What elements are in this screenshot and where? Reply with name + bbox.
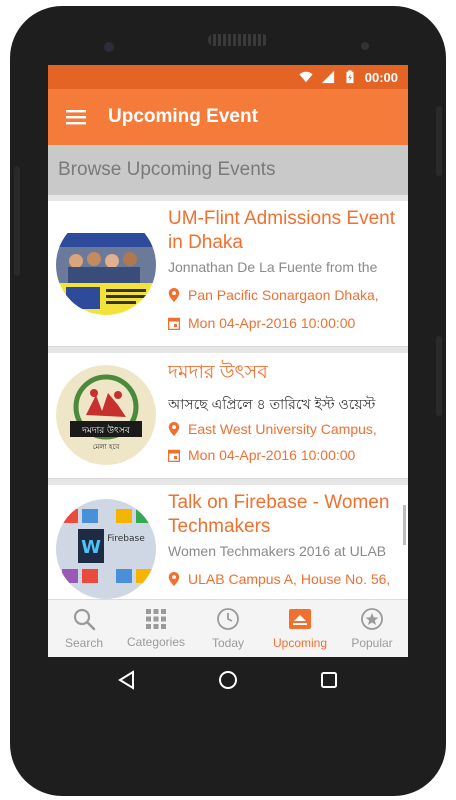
thumb-caption: Firebase [107,534,145,544]
location-text: East West University Campus, [188,421,377,437]
recents-icon[interactable] [318,669,340,691]
nav-label: Upcoming [272,636,328,650]
search-icon [73,608,96,631]
event-description: Jonnathan De La Fuente from the [168,259,378,275]
event-location: East West University Campus, [168,421,404,437]
event-title[interactable]: দমদার উৎসব [168,361,404,385]
event-thumbnail[interactable]: দমদার উৎসব মেলা হবে [56,365,156,465]
svg-text:W: W [81,537,101,558]
front-camera [104,42,114,52]
back-icon[interactable] [116,669,138,691]
phone-side-button [14,166,20,276]
nav-label: Popular [351,636,393,650]
status-time: 00:00 [364,69,398,85]
datetime-text: Mon 04-Apr-2016 10:00:00 [188,315,356,331]
location-pin-icon [168,572,180,586]
app-screen: 00:00 Upcoming Event Browse Upcoming Eve… [48,65,408,657]
status-bar: 00:00 [48,65,408,89]
calendar-icon [168,449,180,462]
location-text: ULAB Campus A, House No. 56, [188,571,391,587]
upcoming-icon [289,609,311,629]
thumb-subcaption: মেলা হবে [93,443,120,451]
event-datetime: Mon 04-Apr-2016 10:00:00 [168,447,404,463]
home-icon[interactable] [217,669,239,691]
menu-icon[interactable] [48,89,104,145]
nav-search[interactable]: Search [48,600,120,657]
signal-icon [321,70,334,84]
event-location: ULAB Campus A, House No. 56, [168,571,404,587]
page-title: Upcoming Event [108,106,258,127]
battery-charging-icon [346,70,354,84]
event-datetime: Mon 04-Apr-2016 10:00:00 [168,315,404,331]
section-header: Browse Upcoming Events [48,145,408,195]
location-pin-icon [168,288,180,302]
grid-icon [146,609,166,629]
nav-label: Categories [126,635,186,649]
event-description: Women Techmakers 2016 at ULAB [168,543,387,559]
event-title[interactable]: Talk on Firebase - Women Techmakers [168,491,404,539]
phone-side-button [436,106,442,176]
location-pin-icon [168,422,180,436]
event-thumbnail[interactable]: W Firebase [56,499,156,599]
event-location: Pan Pacific Sonargaon Dhaka, [168,287,404,303]
nav-label: Search [64,636,104,650]
event-card[interactable]: W Firebase Talk on Firebase - Women Tech… [48,485,408,605]
nav-popular[interactable]: Popular [336,600,408,657]
event-description: আসছে এপ্রিলে ৪ তারিখে ইস্ট ওয়েস্ট [168,396,376,412]
calendar-icon [168,317,180,330]
bottom-navigation: Search Categories Today Upcoming Popular [48,599,408,657]
scrollbar[interactable] [403,505,406,545]
event-card[interactable]: দমদার উৎসব মেলা হবে দমদার উৎসব আসছে এপ্র… [48,353,408,479]
system-nav-bar [48,657,408,703]
location-text: Pan Pacific Sonargaon Dhaka, [188,287,379,303]
event-thumbnail[interactable] [56,215,156,315]
thumb-caption: দমদার উৎসব [81,424,131,436]
nav-upcoming[interactable]: Upcoming [264,600,336,657]
event-title[interactable]: UM-Flint Admissions Event in Dhaka [168,207,404,255]
clock-icon [217,608,239,630]
event-card[interactable]: UM-Flint Admissions Event in Dhaka Jonna… [48,201,408,347]
datetime-text: Mon 04-Apr-2016 10:00:00 [188,447,356,463]
app-bar: Upcoming Event [48,89,408,145]
nav-label: Today [211,636,245,650]
wifi-icon [299,71,313,83]
phone-side-button [436,336,442,416]
nav-categories[interactable]: Categories [120,600,192,657]
speaker-grille [208,34,268,46]
star-icon [361,608,383,630]
proximity-sensor [361,42,369,50]
nav-today[interactable]: Today [192,600,264,657]
